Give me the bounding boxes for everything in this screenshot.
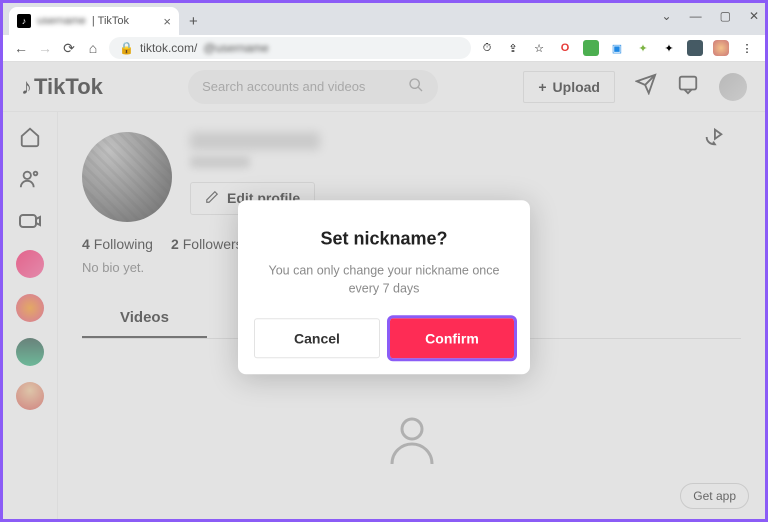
- browser-tab[interactable]: ♪ username | TikTok ×: [9, 7, 179, 35]
- extension-icon[interactable]: ✦: [635, 40, 651, 56]
- extension-icon[interactable]: [583, 40, 599, 56]
- close-tab-icon[interactable]: ×: [163, 14, 171, 29]
- cancel-button[interactable]: Cancel: [254, 318, 380, 358]
- url-input[interactable]: 🔒 tiktok.com/ @username: [109, 37, 471, 59]
- set-nickname-modal: Set nickname? You can only change your n…: [238, 200, 530, 375]
- close-window-button[interactable]: ✕: [749, 9, 759, 23]
- url-host: tiktok.com/: [140, 41, 197, 55]
- window-controls: ⌄ — ▢ ✕: [662, 9, 759, 23]
- tab-title-blurred: username: [37, 15, 86, 27]
- browser-titlebar: ♪ username | TikTok × + ⌄ — ▢ ✕: [3, 3, 765, 35]
- modal-buttons: Cancel Confirm: [254, 318, 514, 358]
- lock-icon: 🔒: [119, 41, 134, 55]
- kebab-menu-icon[interactable]: ⋮: [739, 40, 755, 56]
- extensions-puzzle-icon[interactable]: ✦: [661, 40, 677, 56]
- extension-icon[interactable]: O: [557, 40, 573, 56]
- reading-list-icon[interactable]: ⏱: [479, 40, 495, 56]
- maximize-button[interactable]: ▢: [720, 9, 731, 23]
- confirm-button[interactable]: Confirm: [390, 318, 514, 358]
- extension-icon[interactable]: ▣: [609, 40, 625, 56]
- back-button[interactable]: ←: [13, 40, 29, 56]
- reload-button[interactable]: ⟳: [61, 40, 77, 57]
- url-path-blurred: @username: [203, 41, 269, 55]
- tabs-dropdown-icon[interactable]: ⌄: [662, 9, 672, 23]
- new-tab-button[interactable]: +: [189, 13, 198, 30]
- modal-message: You can only change your nickname once e…: [254, 261, 514, 299]
- star-icon[interactable]: ☆: [531, 40, 547, 56]
- extension-icon[interactable]: [687, 40, 703, 56]
- home-button[interactable]: ⌂: [85, 40, 101, 56]
- forward-button[interactable]: →: [37, 40, 53, 56]
- profile-avatar-icon[interactable]: [713, 40, 729, 56]
- extensions-area: ⏱ ⇪ ☆ O ▣ ✦ ✦ ⋮: [479, 40, 755, 56]
- address-bar: ← → ⟳ ⌂ 🔒 tiktok.com/ @username ⏱ ⇪ ☆ O ▣…: [3, 35, 765, 62]
- modal-title: Set nickname?: [254, 228, 514, 249]
- tab-title-suffix: | TikTok: [92, 15, 129, 27]
- minimize-button[interactable]: —: [690, 9, 702, 23]
- browser-chrome: ♪ username | TikTok × + ⌄ — ▢ ✕ ← → ⟳ ⌂ …: [3, 3, 765, 62]
- share-icon[interactable]: ⇪: [505, 40, 521, 56]
- tiktok-app: ♪ TikTok Search accounts and videos + Up…: [3, 62, 765, 519]
- tab-favicon-icon: ♪: [17, 14, 31, 28]
